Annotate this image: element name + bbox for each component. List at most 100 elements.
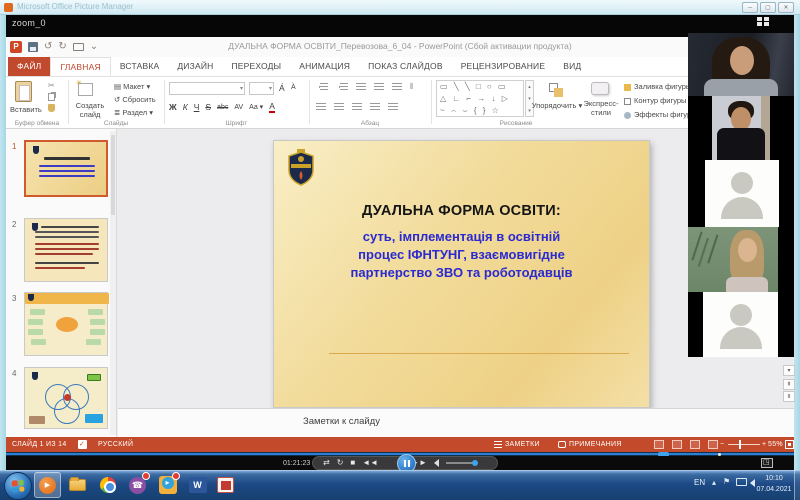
align-center-button[interactable] — [334, 103, 344, 111]
tab-transitions[interactable]: ПЕРЕХОДЫ — [222, 57, 290, 76]
previous-slide-button[interactable]: ⇞ — [783, 379, 795, 390]
slide-sorter-view-icon[interactable] — [672, 440, 682, 449]
notes-pane[interactable]: Заметки к слайду — [118, 408, 794, 437]
undo-icon[interactable]: ↺ — [44, 42, 52, 52]
participant-video-2[interactable] — [712, 96, 770, 160]
rewind-icon[interactable]: ◄◄ — [362, 459, 378, 467]
text-direction-button[interactable]: ⫴ — [410, 83, 413, 91]
tab-insert[interactable]: ВСТАВКА — [111, 57, 169, 76]
shape-outline-button[interactable]: Контур фигуры — [624, 96, 686, 105]
format-painter-icon[interactable] — [48, 104, 55, 112]
shadow-button[interactable]: abc — [217, 104, 228, 111]
gallery-view-icon[interactable] — [757, 17, 770, 27]
shape-fill-button[interactable]: Заливка фигуры — [624, 82, 691, 91]
redo-icon[interactable]: ↻ — [58, 42, 66, 52]
shrink-font-icon[interactable]: А̀ — [291, 84, 296, 91]
decrease-indent-button[interactable] — [356, 83, 366, 91]
volume-slider[interactable] — [446, 462, 476, 464]
volume-icon[interactable] — [434, 459, 439, 467]
language-indicator[interactable]: РУССКИЙ — [98, 441, 133, 448]
section-button[interactable]: ≣ Раздел ▾ — [114, 108, 153, 117]
save-icon[interactable] — [28, 42, 38, 52]
slide-title[interactable]: ДУАЛЬНА ФОРМА ОСВІТИ: — [274, 203, 649, 219]
shuffle-icon[interactable]: ⇄ — [323, 459, 330, 467]
tray-expand-icon[interactable]: ▴ — [712, 478, 716, 487]
close-button[interactable]: ✕ — [778, 2, 794, 13]
quick-styles-button[interactable]: Экспресс-стили — [581, 99, 621, 117]
tray-display-icon[interactable] — [736, 478, 747, 486]
slide-thumbnail-2[interactable] — [24, 218, 108, 282]
next-slide-button[interactable]: ⇟ — [783, 391, 795, 402]
taskbar-media-player[interactable]: ▶ — [34, 472, 61, 498]
bold-button[interactable]: Ж — [169, 103, 177, 112]
taskbar-viber[interactable]: ☎ — [124, 472, 151, 498]
participant-placeholder-2[interactable] — [703, 292, 778, 357]
participant-placeholder-1[interactable] — [705, 160, 779, 227]
zoom-slider-thumb[interactable] — [739, 440, 741, 449]
new-slide-icon[interactable] — [78, 83, 93, 96]
shapes-gallery-scroll[interactable]: ▴▾▾ — [525, 80, 534, 117]
taskbar-word[interactable]: W — [184, 472, 211, 498]
slide-thumbnail-4[interactable] — [24, 367, 108, 429]
font-color-button[interactable]: А — [269, 102, 275, 113]
strikethrough-button[interactable]: S — [205, 103, 211, 112]
justify-button[interactable] — [370, 103, 380, 111]
zoom-level[interactable]: 55% — [768, 441, 783, 448]
layout-button[interactable]: ▤ Макет ▾ — [114, 82, 150, 91]
slide-subtitle-line[interactable]: партнерство ЗВО та роботодавців — [274, 265, 649, 280]
stop-icon[interactable]: ■ — [350, 459, 355, 467]
maximize-button[interactable]: ▢ — [760, 2, 776, 13]
tab-home[interactable]: ГЛАВНАЯ — [50, 57, 110, 76]
tab-view[interactable]: ВИД — [554, 57, 590, 76]
notes-placeholder[interactable]: Заметки к слайду — [303, 416, 380, 427]
customize-qat-icon[interactable]: ⌄ — [90, 42, 98, 52]
notes-toggle[interactable]: ЗАМЕТКИ — [505, 441, 540, 448]
tray-clock[interactable]: 10:10 07.04.2021 — [752, 473, 796, 495]
minimize-button[interactable]: ─ — [742, 2, 758, 13]
participant-video-1[interactable] — [688, 33, 794, 96]
columns-button[interactable] — [388, 103, 398, 111]
slide-subtitle-line[interactable]: суть, імплементація в освітній — [274, 229, 649, 244]
start-button[interactable] — [4, 472, 32, 500]
new-slide-button[interactable]: Создать слайд — [70, 101, 110, 119]
tab-file[interactable]: ФАЙЛ — [8, 57, 50, 76]
tab-design[interactable]: ДИЗАЙН — [168, 57, 222, 76]
italic-button[interactable]: К — [183, 103, 188, 112]
thumbnails-scrollbar[interactable] — [110, 131, 116, 435]
bullets-button[interactable] — [320, 83, 328, 91]
line-spacing-button[interactable] — [392, 83, 402, 91]
increase-indent-button[interactable] — [374, 83, 384, 91]
slide-canvas[interactable]: ДУАЛЬНА ФОРМА ОСВІТИ: суть, імплементаці… — [273, 140, 650, 408]
comments-toggle[interactable]: ПРИМЕЧАНИЯ — [569, 441, 622, 448]
tab-review[interactable]: РЕЦЕНЗИРОВАНИЕ — [452, 57, 555, 76]
numbering-button[interactable] — [340, 83, 348, 91]
slide-thumbnail-3[interactable] — [24, 292, 108, 356]
slide-subtitle-line[interactable]: процес ІФНТУНГ, взаємовигідне — [274, 247, 649, 262]
align-left-button[interactable] — [316, 103, 326, 111]
repeat-icon[interactable]: ↻ — [337, 459, 344, 467]
shapes-gallery[interactable]: ▭ ╲ ╲ □ ○ ▭△ ∟ ⌐ → ↓ ▷~ ⌢ ⌣ { } ☆ — [436, 80, 524, 117]
participant-video-3[interactable] — [688, 227, 778, 292]
fit-slide-icon[interactable] — [785, 440, 794, 449]
font-name-combobox[interactable] — [169, 82, 245, 95]
character-spacing-button[interactable]: AV — [234, 104, 243, 111]
tray-language[interactable]: EN — [694, 478, 705, 487]
start-slideshow-icon[interactable] — [73, 43, 84, 51]
cut-icon[interactable]: ✂ — [48, 82, 55, 90]
zoom-in-button[interactable]: + — [762, 441, 766, 448]
taskbar-explorer[interactable] — [64, 472, 91, 498]
reading-view-icon[interactable] — [690, 440, 700, 449]
taskbar-chrome[interactable] — [94, 472, 121, 498]
copy-icon[interactable] — [48, 93, 55, 101]
change-case-button[interactable]: Aa ▾ — [249, 104, 263, 111]
slide-thumbnail-1[interactable] — [24, 140, 108, 197]
zoom-out-button[interactable]: − — [720, 441, 724, 448]
paste-button-icon[interactable] — [15, 81, 32, 102]
font-size-combobox[interactable] — [249, 82, 274, 95]
arrange-button[interactable]: Упорядочить ▾ — [531, 101, 583, 110]
normal-view-icon[interactable] — [654, 440, 664, 449]
paste-button[interactable]: Вставить — [10, 105, 40, 114]
shape-effects-button[interactable]: Эффекты фигур — [624, 110, 691, 119]
underline-button[interactable]: Ч — [194, 103, 200, 112]
show-desktop-button[interactable] — [794, 470, 800, 500]
